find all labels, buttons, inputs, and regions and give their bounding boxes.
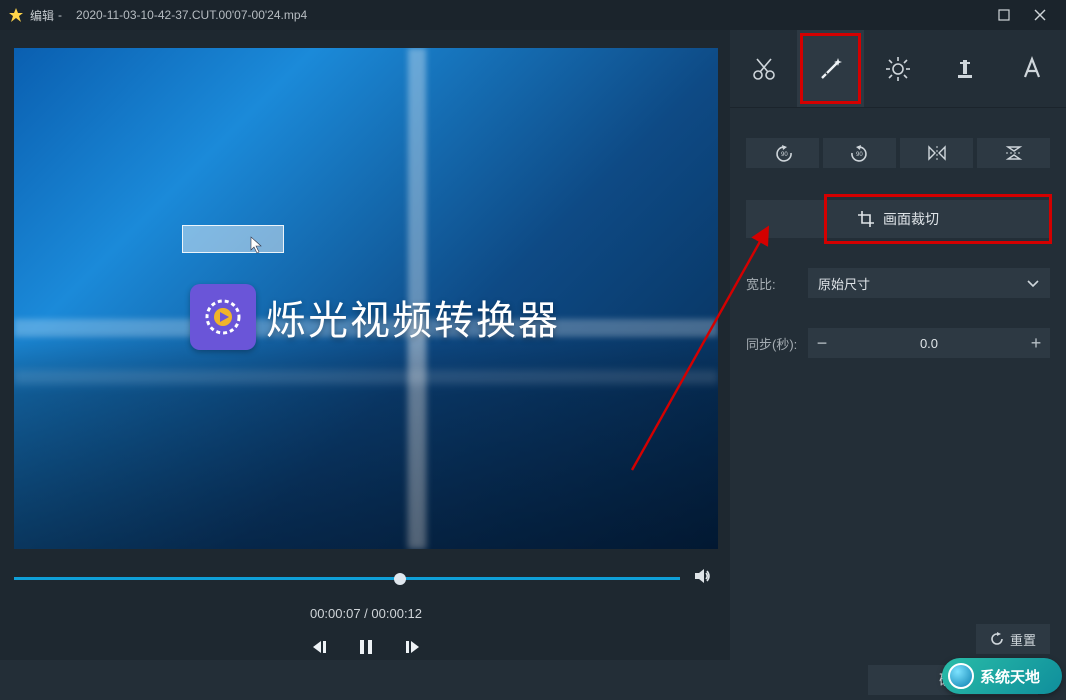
- overlay-logo-icon: [190, 284, 256, 350]
- tab-adjust[interactable]: [864, 30, 931, 107]
- tab-trim[interactable]: [730, 30, 797, 107]
- pause-button[interactable]: [359, 639, 373, 660]
- current-filename: 2020-11-03-10-42-37.CUT.00'07-00'24.mp4: [76, 8, 307, 22]
- crop-label: 画面裁切: [883, 209, 939, 229]
- footer-bar: 确定: [0, 660, 1066, 700]
- sync-label: 同步(秒):: [746, 334, 800, 353]
- overlay-brand-text: 烁光视频转换器: [266, 288, 560, 346]
- svg-text:90: 90: [856, 152, 863, 158]
- reset-label: 重置: [1010, 630, 1036, 649]
- window-close-button[interactable]: [1022, 0, 1058, 30]
- globe-icon: [948, 663, 974, 689]
- titlebar: 编辑 - 2020-11-03-10-42-37.CUT.00'07-00'24…: [0, 0, 1066, 30]
- flip-horizontal-button[interactable]: [900, 138, 973, 168]
- crop-button[interactable]: 画面裁切: [746, 200, 1050, 238]
- selection-rectangle: [182, 225, 284, 253]
- tab-watermark[interactable]: [932, 30, 999, 107]
- tool-tabs: [730, 30, 1066, 108]
- svg-text:90: 90: [781, 152, 788, 158]
- sync-stepper: − 0.0 +: [808, 328, 1050, 358]
- rotate-ccw-button[interactable]: 90: [746, 138, 819, 168]
- tab-text[interactable]: [999, 30, 1066, 107]
- sync-value: 0.0: [836, 336, 1022, 351]
- preview-pane: 烁光视频转换器 00:00:07 / 00:00:12: [0, 30, 730, 660]
- video-preview[interactable]: 烁光视频转换器: [14, 48, 718, 549]
- reset-button[interactable]: 重置: [976, 624, 1050, 654]
- seek-thumb[interactable]: [394, 573, 406, 585]
- reset-icon: [990, 632, 1004, 646]
- crop-icon: [857, 210, 875, 228]
- time-display: 00:00:07 / 00:00:12: [14, 606, 718, 621]
- aspect-ratio-select[interactable]: 原始尺寸: [808, 268, 1050, 298]
- flip-vertical-button[interactable]: [977, 138, 1050, 168]
- effects-panel: 90 90 画面裁切 宽比: 原始尺寸 同步(秒):: [730, 30, 1066, 660]
- aspect-ratio-value: 原始尺寸: [818, 274, 870, 293]
- app-logo-icon: [8, 7, 24, 23]
- window-maximize-button[interactable]: [986, 0, 1022, 30]
- rotate-cw-button[interactable]: 90: [823, 138, 896, 168]
- tab-magic-effects[interactable]: [797, 30, 864, 107]
- cursor-icon: [250, 236, 264, 254]
- watermark-text: 系统天地: [980, 666, 1040, 687]
- sync-increase-button[interactable]: +: [1022, 328, 1050, 358]
- sync-decrease-button[interactable]: −: [808, 328, 836, 358]
- window-title: 编辑: [30, 7, 54, 24]
- site-watermark: 系统天地: [942, 658, 1062, 694]
- aspect-ratio-label: 宽比:: [746, 274, 800, 293]
- prev-frame-button[interactable]: [311, 639, 329, 660]
- next-frame-button[interactable]: [403, 639, 421, 660]
- chevron-down-icon: [1026, 278, 1040, 288]
- overlay-brand: 烁光视频转换器: [190, 284, 560, 350]
- seek-bar[interactable]: [14, 567, 714, 590]
- volume-icon[interactable]: [694, 567, 714, 590]
